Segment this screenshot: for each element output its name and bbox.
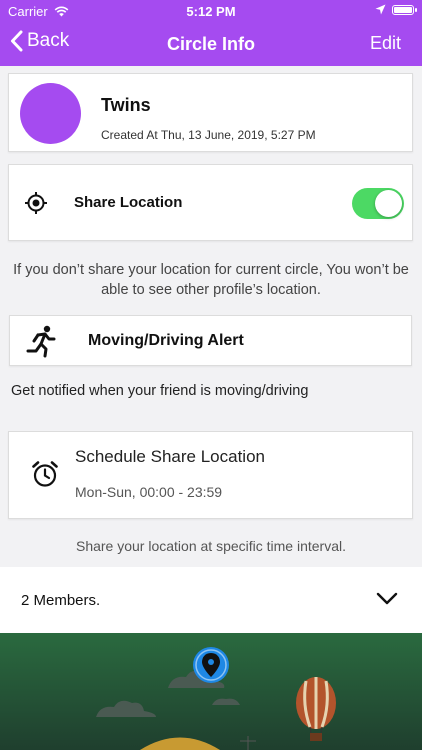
map-illustration xyxy=(0,633,422,750)
moving-alert-description: Get notified when your friend is moving/… xyxy=(11,383,309,399)
status-time: 5:12 PM xyxy=(186,4,236,19)
status-right xyxy=(375,4,417,15)
edit-button[interactable]: Edit xyxy=(370,33,401,54)
nav-bar: Back Circle Info Edit xyxy=(0,22,422,66)
share-location-info: If you don’t share your location for cur… xyxy=(13,262,409,298)
members-count: 2 Members. xyxy=(21,592,101,609)
crosshair-icon xyxy=(25,192,47,214)
schedule-range: Mon-Sun, 00:00 - 23:59 xyxy=(75,484,223,500)
back-button[interactable]: Back xyxy=(10,30,69,52)
header-bar: Carrier 5:12 PM Back Circle Info Edit xyxy=(0,0,422,66)
running-person-icon xyxy=(26,325,56,358)
status-bar: Carrier 5:12 PM xyxy=(0,0,422,22)
share-location-toggle[interactable] xyxy=(352,188,404,219)
chevron-left-icon xyxy=(11,30,23,52)
schedule-card[interactable]: Schedule Share Location Mon-Sun, 00:00 -… xyxy=(8,431,413,519)
back-label: Back xyxy=(27,30,70,51)
share-location-card: Share Location xyxy=(8,164,413,241)
schedule-title: Schedule Share Location xyxy=(75,447,265,466)
members-row[interactable]: 2 Members. xyxy=(0,567,422,633)
location-arrow-icon xyxy=(375,4,386,15)
circle-card: Twins Created At Thu, 13 June, 2019, 5:2… xyxy=(8,73,413,152)
chevron-down-icon[interactable] xyxy=(376,592,398,606)
battery-icon xyxy=(392,4,417,15)
circle-name: Twins xyxy=(101,95,151,115)
circle-avatar xyxy=(20,83,81,144)
toggle-knob xyxy=(375,190,402,217)
share-location-label: Share Location xyxy=(74,194,183,211)
circle-created-at: Created At Thu, 13 June, 2019, 5:27 PM xyxy=(101,128,316,142)
moving-alert-label: Moving/Driving Alert xyxy=(88,332,244,349)
moving-alert-card[interactable]: Moving/Driving Alert xyxy=(9,315,412,366)
alarm-clock-icon xyxy=(32,461,58,487)
map-pin-icon xyxy=(193,647,229,683)
schedule-note: Share your location at specific time int… xyxy=(75,538,346,554)
